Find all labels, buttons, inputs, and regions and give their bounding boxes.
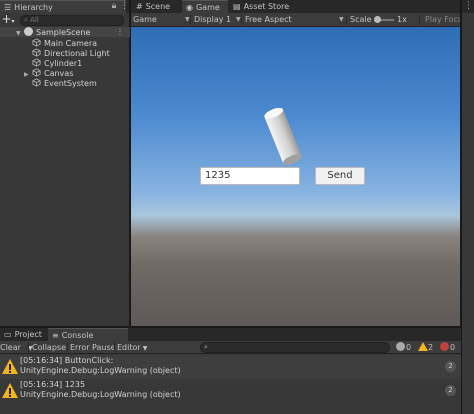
chevron-down-icon: ▼ [236, 16, 241, 23]
scale-slider[interactable] [374, 13, 396, 27]
hierarchy-toolbar: +▾ ⌕ All [0, 13, 129, 27]
tab-game[interactable]: ◉ Game [182, 0, 228, 13]
chevron-down-icon: ▾ [11, 18, 15, 25]
error-pause-toggle[interactable]: Error Pause [70, 341, 116, 354]
chevron-down-icon: ▼ [185, 16, 190, 23]
more-menu-icon[interactable]: ⋮ [120, 0, 129, 13]
hierarchy-item-main-camera[interactable]: Main Camera [32, 38, 97, 48]
warning-icon [2, 383, 18, 398]
chevron-down-icon: ▼ [142, 345, 148, 352]
log-count-badge: 2 [445, 385, 456, 396]
scale-value: 1x [397, 15, 407, 24]
game-view: 1235 Send [131, 27, 460, 326]
tab-asset-store[interactable]: ▤ Asset Store [229, 0, 291, 13]
info-count-toggle[interactable]: 0 [396, 342, 411, 353]
search-icon: ⌕ [24, 16, 28, 24]
view-tabbar: # Scene ◉ Game ▤ Asset Store [131, 0, 460, 13]
collapse-toggle[interactable]: Collapse [32, 341, 70, 354]
expand-arrow-icon[interactable]: ▼ [16, 29, 24, 39]
log-text: [05:16:34] 1235 UnityEngine.Debug:LogWar… [20, 380, 181, 399]
play-focused-dropdown[interactable]: Play Focu [425, 13, 460, 27]
hierarchy-search-input[interactable]: ⌕ All [20, 15, 124, 26]
tab-project[interactable]: ▭ Project [0, 328, 46, 341]
game-panel: # Scene ◉ Game ▤ Asset Store Game ▼ Display … [131, 0, 460, 326]
hierarchy-panel: ☰ Hierarchy 🔒︎ ⋮ +▾ ⌕ All ▼ SampleScene ⋮ … [0, 0, 130, 326]
chevron-down-icon: ▼ [339, 16, 344, 23]
log-entry[interactable]: [05:16:34] ButtonClick: UnityEngine.Debu… [0, 355, 461, 379]
scale-slider-handle[interactable] [374, 16, 381, 23]
warning-icon [2, 359, 18, 374]
store-icon: ▤ [233, 2, 241, 11]
gameobject-cube-icon [32, 48, 41, 57]
search-icon: ⌕ [204, 343, 208, 351]
send-button[interactable]: Send [315, 167, 365, 185]
log-entry[interactable]: [05:16:34] 1235 UnityEngine.Debug:LogWar… [0, 379, 461, 403]
divider [241, 15, 242, 25]
divider [190, 15, 191, 25]
console-search-input[interactable]: ⌕ [200, 342, 390, 353]
hierarchy-item-cylinder1[interactable]: Cylinder1 [32, 58, 82, 68]
lock-icon[interactable]: 🔒︎ [110, 0, 118, 13]
hierarchy-item-eventsystem[interactable]: EventSystem [32, 78, 97, 88]
scale-label: Scale [350, 15, 372, 24]
console-panel: ▭ Project ≡ Console Clear ▼ Collapse Error… [0, 327, 461, 414]
more-menu-icon[interactable]: ⋮ [462, 0, 474, 13]
gameobject-cube-icon [32, 38, 41, 47]
tab-console[interactable]: ≡ Console [48, 328, 128, 341]
text-input-field[interactable]: 1235 [200, 167, 300, 185]
editor-dropdown[interactable]: Editor ▼ [117, 341, 151, 354]
scene-row[interactable]: ▼ SampleScene ⋮ [0, 27, 130, 37]
game-mode-dropdown[interactable]: Game ▼ [133, 13, 190, 27]
game-toolbar: Game ▼ Display 1 ▼ Free Aspect ▼ Scale 1x P… [131, 13, 460, 27]
hierarchy-tabbar: ☰ Hierarchy 🔒︎ ⋮ [0, 0, 129, 13]
cylinder-object [264, 107, 302, 165]
console-toolbar: Clear ▼ Collapse Error Pause Editor ▼ ⌕ 0… [0, 341, 461, 354]
console-icon: ≡ [52, 331, 59, 340]
log-count-badge: 2 [445, 361, 456, 372]
hierarchy-item-canvas[interactable]: ▶ Canvas [24, 68, 73, 78]
scene-grid-icon: # [136, 2, 143, 11]
display-dropdown[interactable]: Display 1 ▼ [194, 13, 241, 27]
divider [114, 342, 115, 352]
gameobject-cube-icon [32, 58, 41, 67]
divider [67, 342, 68, 352]
gameobject-cube-icon [32, 78, 41, 87]
unity-scene-icon [24, 27, 33, 36]
error-icon [440, 342, 449, 351]
error-count-toggle[interactable]: 0 [440, 342, 455, 353]
tab-hierarchy[interactable]: ☰ Hierarchy [0, 0, 126, 13]
log-text: [05:16:34] ButtonClick: UnityEngine.Debu… [20, 356, 181, 375]
warning-icon [418, 342, 428, 351]
inspector-collapsed-strip: ⋮ [461, 0, 474, 414]
warning-count-toggle[interactable]: 2 [418, 342, 433, 353]
info-icon [396, 342, 405, 351]
hierarchy-item-directional-light[interactable]: Directional Light [32, 48, 110, 58]
divider [346, 15, 347, 25]
console-tabbar: ▭ Project ≡ Console [0, 328, 461, 341]
gamepad-icon: ◉ [186, 3, 193, 12]
expand-arrow-icon[interactable]: ▶ [24, 70, 32, 80]
aspect-dropdown[interactable]: Free Aspect ▼ [245, 13, 345, 27]
folder-icon: ▭ [4, 330, 12, 339]
add-object-button[interactable]: +▾ [0, 13, 16, 27]
divider [28, 342, 29, 352]
divider [419, 15, 420, 25]
clear-button[interactable]: Clear [0, 341, 28, 354]
gameobject-cube-icon [32, 68, 41, 77]
scene-more-icon[interactable]: ⋮ [116, 27, 124, 37]
tab-scene[interactable]: # Scene [132, 0, 182, 13]
